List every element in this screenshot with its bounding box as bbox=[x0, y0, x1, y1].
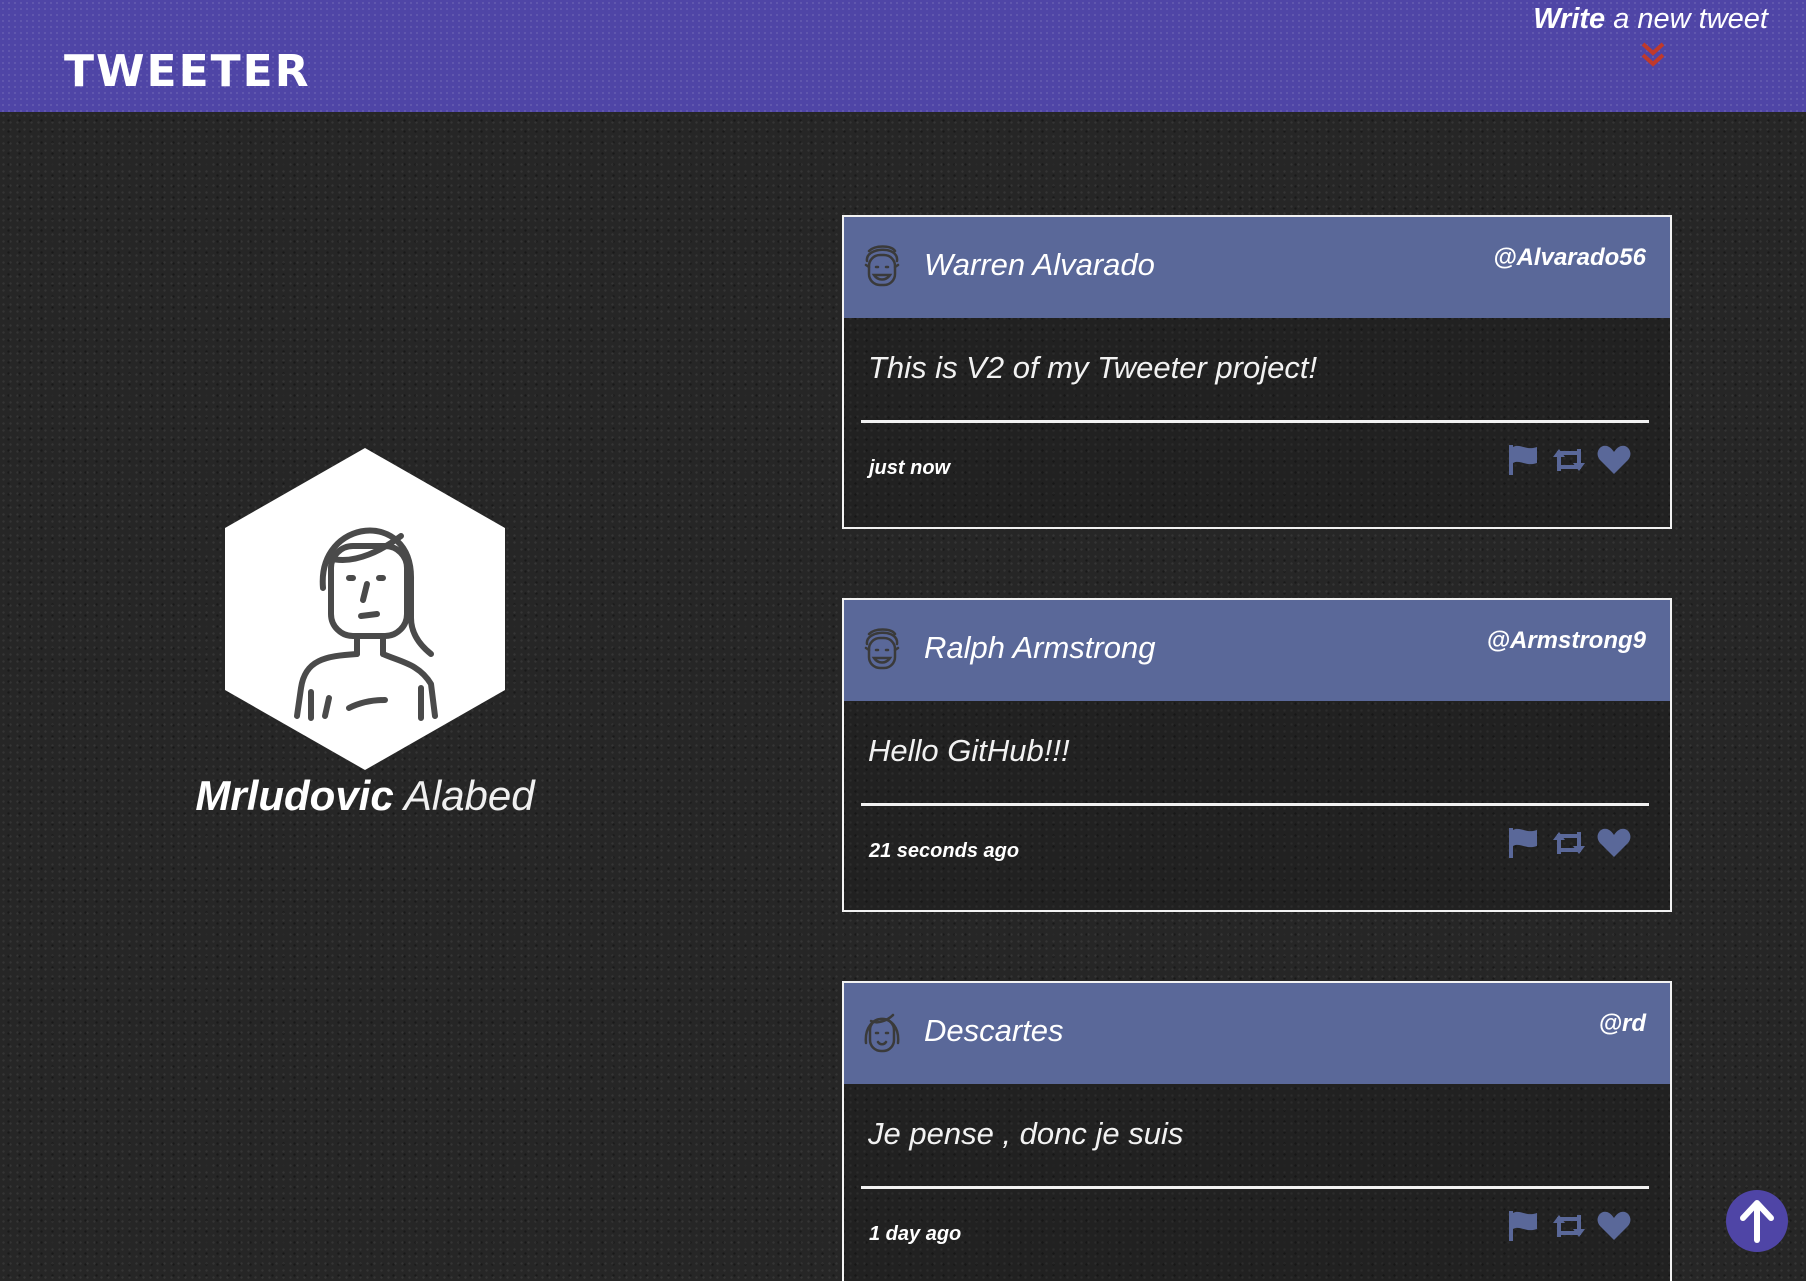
brand-logo[interactable]: TWEETER bbox=[64, 46, 311, 97]
tweet-author-handle[interactable]: @Alvarado56 bbox=[1493, 244, 1646, 272]
tweet-divider bbox=[861, 803, 1649, 806]
profile-name: Mrludovic Alabed bbox=[190, 772, 540, 820]
tweet-author-name[interactable]: Warren Alvarado bbox=[924, 247, 1155, 283]
flag-icon[interactable] bbox=[1506, 1209, 1542, 1243]
tweet-timestamp: 21 seconds ago bbox=[869, 840, 1020, 862]
scroll-to-top-button[interactable] bbox=[1726, 1190, 1788, 1252]
woman-face-icon bbox=[864, 1013, 900, 1053]
retweet-icon[interactable] bbox=[1551, 1209, 1587, 1243]
tweet-author-name[interactable]: Descartes bbox=[924, 1013, 1064, 1049]
tweet-timestamp: 1 day ago bbox=[869, 1223, 962, 1245]
retweet-icon[interactable] bbox=[1551, 826, 1587, 860]
tweet-author-handle[interactable]: @rd bbox=[1599, 1010, 1646, 1038]
man-face-icon bbox=[864, 245, 900, 287]
tweet-header: Descartes @rd bbox=[844, 983, 1670, 1084]
tweet-header: Ralph Armstrong @Armstrong9 bbox=[844, 600, 1670, 701]
profile-panel: Mrludovic Alabed bbox=[190, 448, 540, 820]
heart-icon[interactable] bbox=[1596, 443, 1632, 477]
tweet-divider bbox=[861, 1186, 1649, 1189]
write-tweet-label[interactable]: Write a new tweet bbox=[1533, 3, 1768, 35]
flag-icon[interactable] bbox=[1506, 826, 1542, 860]
arrow-up-icon bbox=[1740, 1200, 1774, 1243]
tweet-card: Warren Alvarado @Alvarado56 This is V2 o… bbox=[842, 215, 1672, 529]
profile-last-name: Alabed bbox=[403, 772, 535, 819]
top-nav-bar: TWEETER Write a new tweet bbox=[0, 0, 1806, 112]
tweet-card: Descartes @rd Je pense , donc je suis 1 … bbox=[842, 981, 1672, 1281]
tweet-actions bbox=[1502, 443, 1632, 477]
tweet-text: Hello GitHub!!! bbox=[868, 733, 1070, 768]
woman-avatar-icon bbox=[225, 448, 505, 770]
tweet-header: Warren Alvarado @Alvarado56 bbox=[844, 217, 1670, 318]
heart-icon[interactable] bbox=[1596, 826, 1632, 860]
tweet-author-name[interactable]: Ralph Armstrong bbox=[924, 630, 1155, 666]
tweet-timestamp: just now bbox=[869, 457, 951, 479]
tweet-divider bbox=[861, 420, 1649, 423]
tweet-actions bbox=[1502, 1209, 1632, 1243]
write-tweet-rest: a new tweet bbox=[1605, 3, 1768, 35]
write-tweet-strong: Write bbox=[1533, 3, 1606, 35]
tweet-actions bbox=[1502, 826, 1632, 860]
man-face-icon bbox=[864, 628, 900, 670]
retweet-icon[interactable] bbox=[1551, 443, 1587, 477]
double-chevron-down-icon[interactable] bbox=[1638, 40, 1668, 70]
profile-first-name: Mrludovic bbox=[195, 772, 394, 819]
tweet-card: Ralph Armstrong @Armstrong9 Hello GitHub… bbox=[842, 598, 1672, 912]
heart-icon[interactable] bbox=[1596, 1209, 1632, 1243]
write-tweet-toggle[interactable]: Write a new tweet bbox=[1528, 0, 1768, 67]
tweet-author-handle[interactable]: @Armstrong9 bbox=[1487, 627, 1646, 655]
tweet-text: Je pense , donc je suis bbox=[868, 1116, 1184, 1151]
tweet-text: This is V2 of my Tweeter project! bbox=[868, 350, 1318, 385]
flag-icon[interactable] bbox=[1506, 443, 1542, 477]
